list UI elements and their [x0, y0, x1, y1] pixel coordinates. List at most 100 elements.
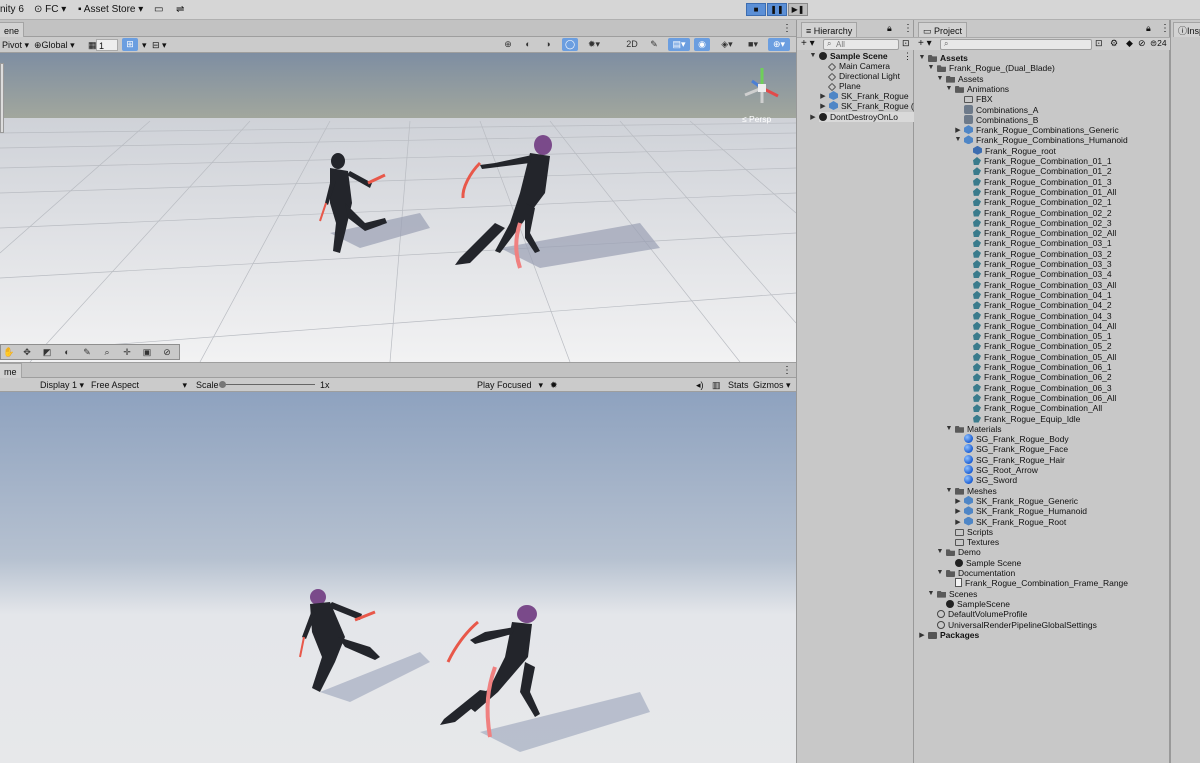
project-item[interactable]: Meshes: [955, 486, 997, 496]
more-options-icon[interactable]: ⋮: [782, 23, 792, 34]
scale-tool-icon[interactable]: ◐: [59, 346, 75, 359]
project-item[interactable]: Frank_Rogue_Combination_01_2: [973, 166, 1112, 176]
scene-viewport[interactable]: ≤ Persp ✋ ✥ ◩ ◐ ✎ ⌕ ✛ ▣ ⊘: [0, 53, 796, 362]
stats-button[interactable]: Stats: [726, 379, 751, 391]
shading-wire-icon[interactable]: ◐: [520, 38, 536, 51]
search-scope-icon[interactable]: ⊡: [1095, 38, 1103, 49]
expand-arrow-icon[interactable]: ▼: [945, 425, 953, 432]
camera-tool-icon[interactable]: ▣: [139, 346, 155, 359]
camera-icon[interactable]: ■▾: [742, 38, 764, 51]
project-item[interactable]: Documentation: [946, 568, 1015, 578]
project-item[interactable]: Frank_Rogue_Combinations_Humanoid: [964, 135, 1128, 145]
project-item[interactable]: FBX: [964, 94, 993, 104]
more-options-icon[interactable]: ⋮: [903, 23, 913, 34]
project-item[interactable]: Materials: [955, 424, 1001, 434]
expand-arrow-icon[interactable]: ▶: [954, 518, 962, 526]
expand-arrow-icon[interactable]: ▼: [945, 85, 953, 92]
project-item[interactable]: Frank_Rogue_Combination_06_1: [973, 362, 1112, 372]
project-item[interactable]: Frank_Rogue_Combination_03_1: [973, 238, 1112, 248]
project-item[interactable]: Frank_Rogue_Equip_Idle: [973, 414, 1080, 424]
project-item[interactable]: Frank_Rogue_Combinations_Generic: [964, 125, 1119, 135]
expand-arrow-icon[interactable]: ▶: [819, 102, 827, 110]
expand-arrow-icon[interactable]: ▼: [809, 52, 817, 59]
rotate-tool-icon[interactable]: ◩: [39, 346, 55, 359]
frame-debugger-icon[interactable]: ▥: [710, 379, 723, 391]
add-icon[interactable]: + ▾: [801, 38, 815, 49]
project-item[interactable]: SG_Frank_Rogue_Body: [964, 434, 1069, 444]
project-item[interactable]: Frank_Rogue_Combination_04_3: [973, 311, 1112, 321]
project-item[interactable]: Frank_Rogue_Combination_05_2: [973, 341, 1112, 351]
expand-arrow-icon[interactable]: ▶: [918, 631, 926, 639]
move-tool-icon[interactable]: ✥: [19, 346, 35, 359]
project-item[interactable]: Animations: [955, 84, 1009, 94]
filter-label-icon[interactable]: ◆: [1126, 38, 1133, 49]
play-focused-dropdown[interactable]: Play Focused ▾: [475, 379, 545, 391]
project-item[interactable]: DefaultVolumeProfile: [937, 609, 1027, 619]
hierarchy-search-input[interactable]: All: [823, 39, 899, 50]
project-item[interactable]: SG_Frank_Rogue_Face: [964, 444, 1068, 454]
hidden-packages-icon[interactable]: ⊘: [1138, 38, 1146, 49]
expand-arrow-icon[interactable]: ▶: [819, 92, 827, 100]
shading-shaded-icon[interactable]: ◑: [540, 38, 556, 51]
chevron-down-icon[interactable]: ▾: [140, 39, 149, 51]
project-item[interactable]: SK_Frank_Rogue_Generic: [964, 495, 1078, 506]
view-tool-icon[interactable]: ✋: [1, 346, 17, 359]
project-item[interactable]: Frank_Rogue_Combination_03_2: [973, 249, 1112, 259]
project-search-input[interactable]: [940, 39, 1092, 50]
expand-arrow-icon[interactable]: ▼: [936, 548, 944, 555]
snap-value-input[interactable]: 1: [96, 39, 118, 51]
project-item[interactable]: Combinations_B: [964, 114, 1038, 125]
gizmos-icon[interactable]: ⊕▾: [768, 38, 790, 51]
project-item[interactable]: SG_Sword: [964, 475, 1017, 485]
more-options-icon[interactable]: ⋮: [782, 365, 792, 376]
shading-lit-icon[interactable]: ◯: [562, 38, 578, 51]
expand-arrow-icon[interactable]: ▼: [918, 54, 926, 61]
project-item[interactable]: Frank_Rogue_Combination_06_All: [973, 393, 1116, 403]
expand-arrow-icon[interactable]: ▼: [936, 569, 944, 576]
project-item[interactable]: Sample Scene: [955, 558, 1021, 568]
add-icon[interactable]: + ▾: [918, 38, 932, 49]
project-item[interactable]: SG_Root_Arrow: [964, 465, 1038, 475]
project-item[interactable]: Frank_Rogue_Combination_Frame_Range: [955, 578, 1128, 588]
project-item[interactable]: Frank_Rogue_root: [973, 145, 1056, 156]
project-item[interactable]: Frank_Rogue_Combination_02_1: [973, 197, 1112, 207]
project-item[interactable]: Frank_Rogue_Combination_06_3: [973, 383, 1112, 393]
hierarchy-item[interactable]: Plane: [827, 81, 861, 92]
persp-label[interactable]: ≤ Persp: [742, 114, 771, 124]
visibility-icon[interactable]: ◉: [694, 38, 710, 51]
tab-scene[interactable]: ene: [0, 22, 25, 37]
hierarchy-item[interactable]: DontDestroyOnLo: [819, 112, 915, 122]
layers-icon[interactable]: ◈▾: [716, 38, 738, 51]
expand-arrow-icon[interactable]: ▶: [954, 126, 962, 134]
light-toggle-icon[interactable]: ✎: [646, 38, 662, 51]
project-item[interactable]: Textures: [955, 537, 999, 547]
project-item[interactable]: SK_Frank_Rogue_Humanoid: [964, 506, 1087, 516]
project-item[interactable]: Frank_Rogue_Combination_02_All: [973, 228, 1116, 238]
project-item[interactable]: UniversalRenderPipelineGlobalSettings: [937, 620, 1097, 630]
lock-icon[interactable]: 🔒︎: [1146, 23, 1151, 34]
project-item[interactable]: Frank_Rogue_Combination_03_3: [973, 259, 1112, 269]
scale-slider[interactable]: [220, 384, 315, 385]
expand-arrow-icon[interactable]: ▼: [927, 64, 935, 71]
project-item[interactable]: SK_Frank_Rogue_Root: [964, 516, 1066, 527]
search-scope-icon[interactable]: ⊡: [902, 38, 910, 49]
project-item[interactable]: Frank_Rogue_Combination_03_All: [973, 280, 1116, 290]
increment-snap-icon[interactable]: ⊟ ▾: [150, 39, 169, 51]
project-item[interactable]: Frank_Rogue_Combination_03_4: [973, 269, 1112, 279]
cloud-icon[interactable]: ▭: [154, 3, 163, 17]
more-options-icon[interactable]: ⋮: [903, 51, 912, 62]
expand-arrow-icon[interactable]: ▼: [936, 75, 944, 82]
project-item[interactable]: Frank_Rogue_(Dual_Blade): [937, 63, 1055, 73]
aspect-dropdown[interactable]: Free Aspect ▾: [89, 379, 189, 391]
game-viewport[interactable]: [0, 392, 796, 763]
step-button[interactable]: ▶❚: [788, 3, 808, 16]
pause-button[interactable]: ❚❚: [767, 3, 787, 16]
project-item[interactable]: SG_Frank_Rogue_Hair: [964, 454, 1065, 465]
expand-arrow-icon[interactable]: ▶: [954, 497, 962, 505]
project-item[interactable]: Frank_Rogue_Combination_01_3: [973, 177, 1112, 187]
project-item[interactable]: Frank_Rogue_Combination_02_3: [973, 218, 1112, 228]
project-item[interactable]: Assets: [946, 74, 984, 84]
scale-slider-handle[interactable]: [219, 381, 226, 388]
project-item[interactable]: Frank_Rogue_Combination_06_2: [973, 372, 1112, 382]
asset-store-button[interactable]: ▪ Asset Store ▾: [78, 3, 143, 17]
